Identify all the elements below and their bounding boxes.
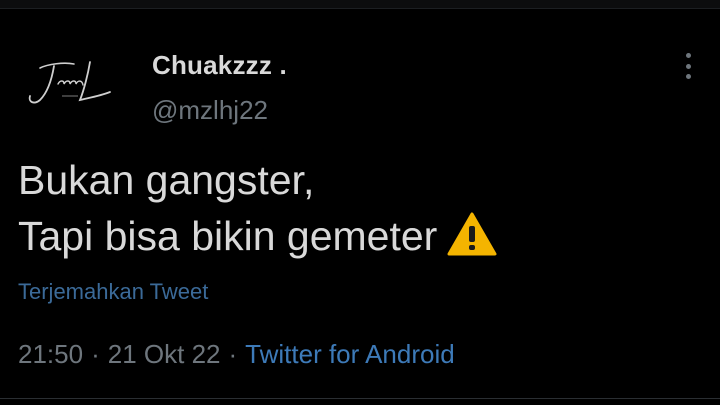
author-display-name[interactable]: Chuakzzz .: [152, 50, 287, 81]
separator: ·: [91, 339, 100, 369]
warning-sign-icon: [447, 212, 497, 256]
author-handle[interactable]: @mzlhj22: [152, 95, 268, 126]
signature-logo-icon: [28, 61, 111, 104]
tweet-text-line: Tapi bisa bikin gemeter: [18, 213, 438, 259]
tweet-source-link[interactable]: Twitter for Android: [245, 339, 455, 369]
tweet-body: Bukan gangster, Tapi bisa bikin gemeter: [18, 152, 497, 264]
more-dot-icon: [685, 53, 691, 58]
tweet-date[interactable]: 21 Okt 22: [108, 339, 221, 369]
more-dot-icon: [685, 63, 691, 69]
top-divider: [0, 0, 720, 9]
tweet-text-line-with-emoji: Tapi bisa bikin gemeter: [18, 208, 497, 264]
tweet-text-line: Bukan gangster,: [18, 157, 315, 203]
separator: ·: [228, 339, 238, 369]
more-options-button[interactable]: [678, 50, 698, 82]
tweet-time[interactable]: 21:50: [18, 339, 83, 369]
avatar[interactable]: [18, 52, 122, 114]
bottom-divider: [0, 398, 720, 399]
translate-tweet-link[interactable]: Terjemahkan Tweet: [18, 279, 208, 305]
more-dot-icon: [685, 74, 691, 79]
tweet-metadata: 21:50 · 21 Okt 22 · Twitter for Android: [18, 339, 455, 370]
